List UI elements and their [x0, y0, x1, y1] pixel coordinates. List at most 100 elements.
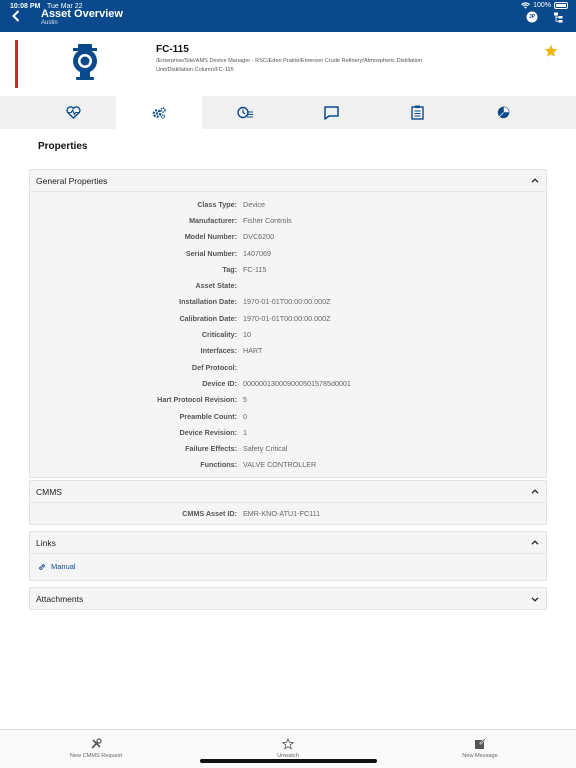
- battery-icon: [554, 2, 568, 9]
- manual-link-label[interactable]: Manual: [51, 562, 76, 571]
- section-title: CMMS: [36, 486, 62, 497]
- property-row: Asset State:: [30, 277, 546, 293]
- property-label: Device Revision:: [179, 427, 237, 437]
- new-cmms-request-button[interactable]: New CMMS Request: [51, 738, 141, 759]
- property-label: Tag:: [222, 264, 237, 274]
- link-icon: [39, 563, 45, 570]
- property-value: 0: [243, 411, 247, 421]
- chevron-down-icon[interactable]: [530, 594, 540, 604]
- favorite-star-icon[interactable]: [544, 44, 558, 58]
- header-subtitle: Austin: [41, 20, 58, 26]
- tab-messages[interactable]: [288, 96, 374, 129]
- property-value: 10: [243, 330, 251, 340]
- cmms-header[interactable]: CMMS: [30, 481, 546, 503]
- hierarchy-button[interactable]: [552, 11, 564, 23]
- property-label: Calibration Date:: [179, 313, 237, 323]
- new-message-label: New Message: [462, 753, 498, 759]
- property-row: Manufacturer: Fisher Controls: [30, 212, 546, 228]
- pie-chart-icon: [497, 106, 510, 119]
- property-value: 1970-01-01T00:00:00.000Z: [243, 297, 331, 307]
- property-row: Criticality: 10: [30, 326, 546, 342]
- property-label: Serial Number:: [185, 248, 237, 258]
- property-label: Class Type:: [197, 199, 237, 209]
- status-indicators: 100%: [521, 2, 568, 9]
- clock-list-icon: [236, 106, 253, 119]
- property-label: Model Number:: [184, 232, 237, 242]
- property-row: Functions: VALVE CONTROLLER: [30, 457, 546, 473]
- attachments-header[interactable]: Attachments: [30, 588, 546, 610]
- hierarchy-icon: [553, 12, 562, 22]
- asset-summary-card: FC-115 /Enterprise/Site/AMS Device Manag…: [0, 36, 576, 94]
- property-label: Hart Protocol Revision:: [157, 395, 237, 405]
- tab-analytics[interactable]: [460, 96, 546, 129]
- property-row: Model Number: DVC6200: [30, 229, 546, 245]
- general-properties-section: General Properties Class Type: Device Man…: [29, 169, 547, 479]
- property-row: Preamble Count: 0: [30, 408, 546, 424]
- property-value: 1: [243, 427, 247, 437]
- asset-name: FC-115: [156, 44, 189, 55]
- property-value: HART: [243, 346, 263, 356]
- property-value: FC-115: [243, 264, 267, 274]
- property-row: Calibration Date: 1970-01-01T00:00:00.000…: [30, 310, 546, 326]
- tab-properties[interactable]: [116, 96, 202, 129]
- compose-message-icon: [475, 738, 486, 749]
- clipboard-list-icon: [410, 105, 424, 120]
- chevron-up-icon[interactable]: [530, 538, 540, 548]
- chevron-up-icon[interactable]: [530, 487, 540, 497]
- section-title: Links: [36, 537, 56, 548]
- property-value: 0000001300090005015785d0001: [243, 378, 351, 388]
- section-title: Attachments: [36, 594, 84, 604]
- property-value: Safety Critical: [243, 444, 288, 454]
- chevron-up-icon[interactable]: [530, 176, 540, 186]
- property-row: Failure Effects: Safety Critical: [30, 440, 546, 456]
- header-title: Asset Overview: [41, 8, 123, 20]
- home-indicator: [200, 759, 377, 763]
- property-label: Failure Effects:: [185, 444, 237, 454]
- avatar-initials: JP: [529, 14, 536, 20]
- property-value: Fisher Controls: [243, 215, 292, 225]
- property-label: CMMS Asset ID:: [182, 508, 237, 518]
- tab-work-orders[interactable]: [374, 96, 460, 129]
- property-value: DVC6200: [243, 232, 275, 242]
- property-value: EMR-KNO-ATU1-FC111: [243, 508, 321, 518]
- property-label: Device ID:: [202, 378, 237, 388]
- property-label: Criticality:: [201, 330, 237, 340]
- property-row: Tag: FC-115: [30, 261, 546, 277]
- transmitter-device-icon: [73, 44, 97, 80]
- new-message-button[interactable]: New Message: [435, 738, 525, 759]
- chat-bubble-icon: [323, 105, 339, 120]
- property-label: Installation Date:: [179, 297, 237, 307]
- section-title: General Properties: [36, 175, 108, 186]
- property-row: CMMS Asset ID: EMR-KNO-ATU1-FC111: [30, 503, 546, 523]
- property-row: Device Revision: 1: [30, 424, 546, 440]
- back-button[interactable]: [8, 7, 24, 25]
- property-row: Serial Number: 1407069: [30, 245, 546, 261]
- property-label: Manufacturer:: [189, 215, 237, 225]
- general-properties-header[interactable]: General Properties: [30, 170, 546, 192]
- new-cmms-request-label: New CMMS Request: [69, 753, 123, 759]
- wifi-icon: [521, 2, 530, 9]
- unwatch-button[interactable]: Unwatch: [243, 738, 333, 759]
- gears-icon: [152, 106, 166, 119]
- chevron-left-icon: [12, 10, 20, 22]
- property-label: Def Protocol:: [191, 362, 237, 372]
- attachments-section: Attachments: [29, 587, 547, 610]
- heart-pulse-icon: [65, 106, 81, 119]
- property-value: VALVE CONTROLLER: [243, 460, 317, 470]
- top-header: 10:08 PM Tue Mar 22 100% Asset Overview …: [0, 0, 576, 32]
- property-row: Device ID: 0000001300090005015785d0001: [30, 375, 546, 391]
- property-value: 1407069: [243, 248, 271, 258]
- manual-link[interactable]: Manual: [30, 554, 546, 571]
- property-label: Functions:: [200, 460, 237, 470]
- tab-health[interactable]: [30, 96, 116, 129]
- links-header[interactable]: Links: [30, 532, 546, 554]
- battery-percent: 100%: [533, 2, 551, 9]
- property-row: Def Protocol:: [30, 359, 546, 375]
- tab-bar: [30, 96, 546, 129]
- property-label: Interfaces:: [200, 346, 237, 356]
- tab-history[interactable]: [202, 96, 288, 129]
- general-properties-list: Class Type: Device Manufacturer: Fisher Co…: [30, 192, 546, 477]
- star-outline-icon: [282, 738, 294, 750]
- property-label: Asset State:: [195, 281, 237, 291]
- property-value: 1970-01-01T00:00:00.000Z: [243, 313, 331, 323]
